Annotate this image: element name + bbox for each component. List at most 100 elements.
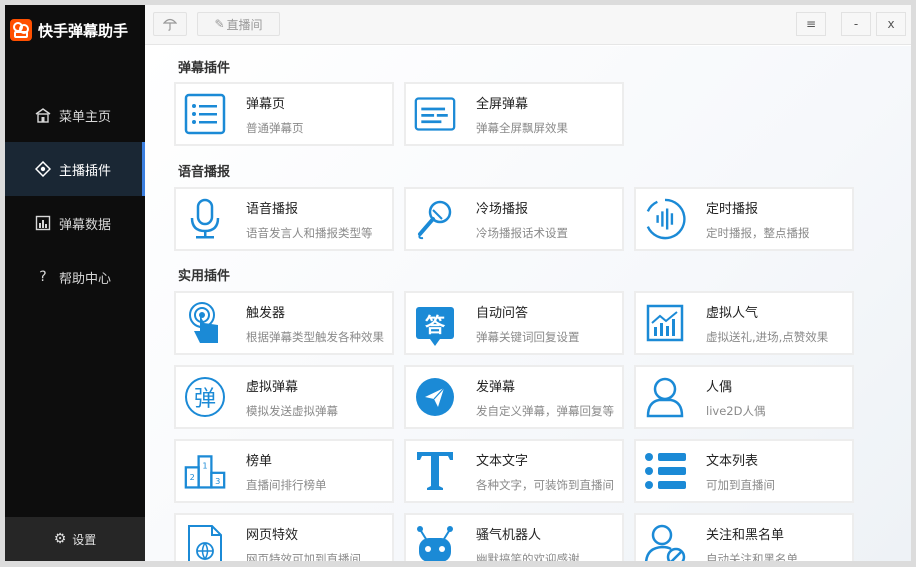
send-icon (414, 376, 456, 418)
answer-icon: 答 (414, 302, 456, 346)
card-desc: 弹幕关键词回复设置 (476, 329, 580, 344)
sidebar-item-danmaku-data[interactable]: 弹幕数据 (5, 196, 145, 250)
card-desc: 网页特效可加到直播间 (246, 551, 361, 562)
bar-chart-icon (35, 215, 51, 231)
touch-trigger-icon (184, 302, 226, 344)
card-desc: 虚拟送礼,进场,点赞效果 (706, 329, 829, 344)
question-icon: ? (39, 269, 47, 285)
minimize-icon: - (853, 17, 859, 31)
card-title: 语音播报 (246, 201, 299, 217)
svg-text:3: 3 (215, 476, 220, 486)
plugin-card-voice-broadcast[interactable]: 语音播报语音发言人和播报类型等 (174, 187, 394, 251)
section-title: 弹幕插件 (178, 61, 231, 76)
kuaishou-logo-icon (10, 19, 32, 41)
card-desc: 模拟发送虚拟弹幕 (246, 403, 338, 418)
trend-chart-icon (644, 302, 686, 344)
section-title: 语音播报 (178, 165, 231, 180)
list-page-icon (184, 93, 226, 135)
plugin-card-timed-broadcast[interactable]: 定时播报定时播报，整点播报 (634, 187, 854, 251)
plugin-card-virtual-popularity[interactable]: 虚拟人气虚拟送礼,进场,点赞效果 (634, 291, 854, 355)
sidebar-item-label: 弹幕数据 (59, 217, 112, 233)
minimize-button[interactable]: - (841, 12, 871, 36)
card-title: 冷场播报 (476, 201, 529, 217)
gear-icon: ⚙ (53, 531, 67, 547)
user-block-icon (644, 524, 686, 561)
card-title: 文本文字 (476, 453, 529, 469)
person-icon (644, 376, 686, 418)
settings-label: 设置 (72, 532, 97, 547)
sidebar: 快手弹幕助手 菜单主页 主播插件 弹幕数据 ? 帮助中心 ⚙ 设置 (5, 5, 145, 561)
pin-button[interactable] (153, 12, 187, 36)
plugin-card-puppet[interactable]: 人偶 live2D人偶 (634, 365, 854, 429)
plugin-card-web-effects[interactable]: 网页特效 网页特效可加到直播间 (174, 513, 394, 561)
card-desc: 各种文字，可装饰到直播间 (476, 477, 614, 492)
card-title: 骚气机器人 (476, 527, 542, 543)
sidebar-item-home[interactable]: 菜单主页 (5, 88, 145, 142)
plugin-card-cold-broadcast[interactable]: 冷场播报冷场播报话术设置 (404, 187, 624, 251)
sidebar-item-help[interactable]: ? 帮助中心 (5, 250, 145, 304)
card-desc: 直播间排行榜单 (246, 477, 327, 492)
web-page-icon (184, 524, 226, 561)
danmaku-char-icon: 弹 (184, 376, 226, 418)
card-desc: 自动关注和黑名单 (706, 551, 798, 562)
card-desc: 语音发言人和播报类型等 (246, 225, 373, 240)
robot-icon (414, 524, 456, 561)
plugin-card-follow-blacklist[interactable]: 关注和黑名单 自动关注和黑名单 (634, 513, 854, 561)
card-title: 榜单 (246, 453, 273, 469)
svg-text:1: 1 (202, 460, 207, 470)
podium-icon: 12 3 (184, 450, 226, 492)
fullscreen-danmaku-icon (414, 93, 456, 135)
card-desc: live2D人偶 (706, 403, 766, 418)
plugin-card-danmaku-page[interactable]: 弹幕页 普通弹幕页 (174, 82, 394, 146)
plugin-icon (35, 161, 51, 177)
card-title: 弹幕页 (246, 96, 286, 112)
card-desc: 发自定义弹幕，弹幕回复等 (476, 403, 614, 418)
card-desc: 可加到直播间 (706, 477, 775, 492)
menu-button[interactable]: ≡ (796, 12, 826, 36)
app-title: 快手弹幕助手 (38, 21, 129, 40)
card-title: 定时播报 (706, 201, 759, 217)
plugin-card-auto-answer[interactable]: 答 自动问答弹幕关键词回复设置 (404, 291, 624, 355)
plugin-card-send-danmaku[interactable]: 发弹幕发自定义弹幕，弹幕回复等 (404, 365, 624, 429)
umbrella-icon (163, 18, 177, 31)
settings-button[interactable]: ⚙ 设置 (5, 517, 145, 561)
plugin-card-robot[interactable]: 骚气机器人 幽默搞笑的欢迎感谢 (404, 513, 624, 561)
card-title: 文本列表 (706, 453, 759, 469)
section-title: 实用插件 (178, 269, 231, 284)
plugin-card-text-list[interactable]: 文本列表可加到直播间 (634, 439, 854, 503)
plugin-card-virtual-danmaku[interactable]: 弹 虚拟弹幕模拟发送虚拟弹幕 (174, 365, 394, 429)
karaoke-mic-icon (414, 198, 456, 240)
live-room-label: 直播间 (226, 17, 263, 32)
text-t-icon (414, 450, 456, 492)
card-title: 自动问答 (476, 305, 529, 321)
plugin-card-text[interactable]: 文本文字各种文字，可装饰到直播间 (404, 439, 624, 503)
plugin-card-trigger[interactable]: 触发器根据弹幕类型触发各种效果 (174, 291, 394, 355)
text-list-icon (644, 450, 686, 492)
sidebar-item-plugins[interactable]: 主播插件 (5, 142, 145, 196)
app-window: 快手弹幕助手 菜单主页 主播插件 弹幕数据 ? 帮助中心 ⚙ 设置 ✎ 直播间 … (5, 5, 911, 561)
card-desc: 根据弹幕类型触发各种效果 (246, 329, 384, 344)
plugin-panel: 弹幕插件 弹幕页普通弹幕页 全屏弹幕 弹幕全屏飘屏效果 语音播报 语音播报语音发言… (145, 46, 911, 561)
hamburger-icon: ≡ (805, 17, 817, 31)
microphone-icon (184, 198, 226, 240)
plugin-card-leaderboard[interactable]: 12 3 榜单直播间排行榜单 (174, 439, 394, 503)
app-root: 快手弹幕助手 菜单主页 主播插件 弹幕数据 ? 帮助中心 ⚙ 设置 ✎ 直播间 … (0, 0, 916, 567)
home-icon (35, 107, 51, 123)
card-title: 发弹幕 (476, 379, 516, 395)
card-desc: 普通弹幕页 (246, 120, 304, 135)
card-title: 触发器 (246, 305, 286, 321)
sidebar-item-label: 帮助中心 (59, 271, 112, 287)
top-toolbar: ✎ 直播间 ≡ - x (145, 5, 911, 45)
card-desc: 冷场播报话术设置 (476, 225, 568, 240)
card-desc: 定时播报，整点播报 (706, 225, 810, 240)
card-title: 虚拟人气 (706, 305, 759, 321)
sidebar-item-label: 菜单主页 (59, 109, 112, 125)
plugin-card-fullscreen-danmaku[interactable]: 全屏弹幕 弹幕全屏飘屏效果 (404, 82, 624, 146)
close-button[interactable]: x (876, 12, 906, 36)
brand: 快手弹幕助手 (5, 5, 145, 55)
card-title: 虚拟弹幕 (246, 379, 299, 395)
live-room-button[interactable]: ✎ 直播间 (197, 12, 280, 36)
voice-wave-icon (644, 198, 686, 240)
sidebar-item-label: 主播插件 (59, 163, 112, 179)
svg-text:2: 2 (190, 472, 195, 482)
